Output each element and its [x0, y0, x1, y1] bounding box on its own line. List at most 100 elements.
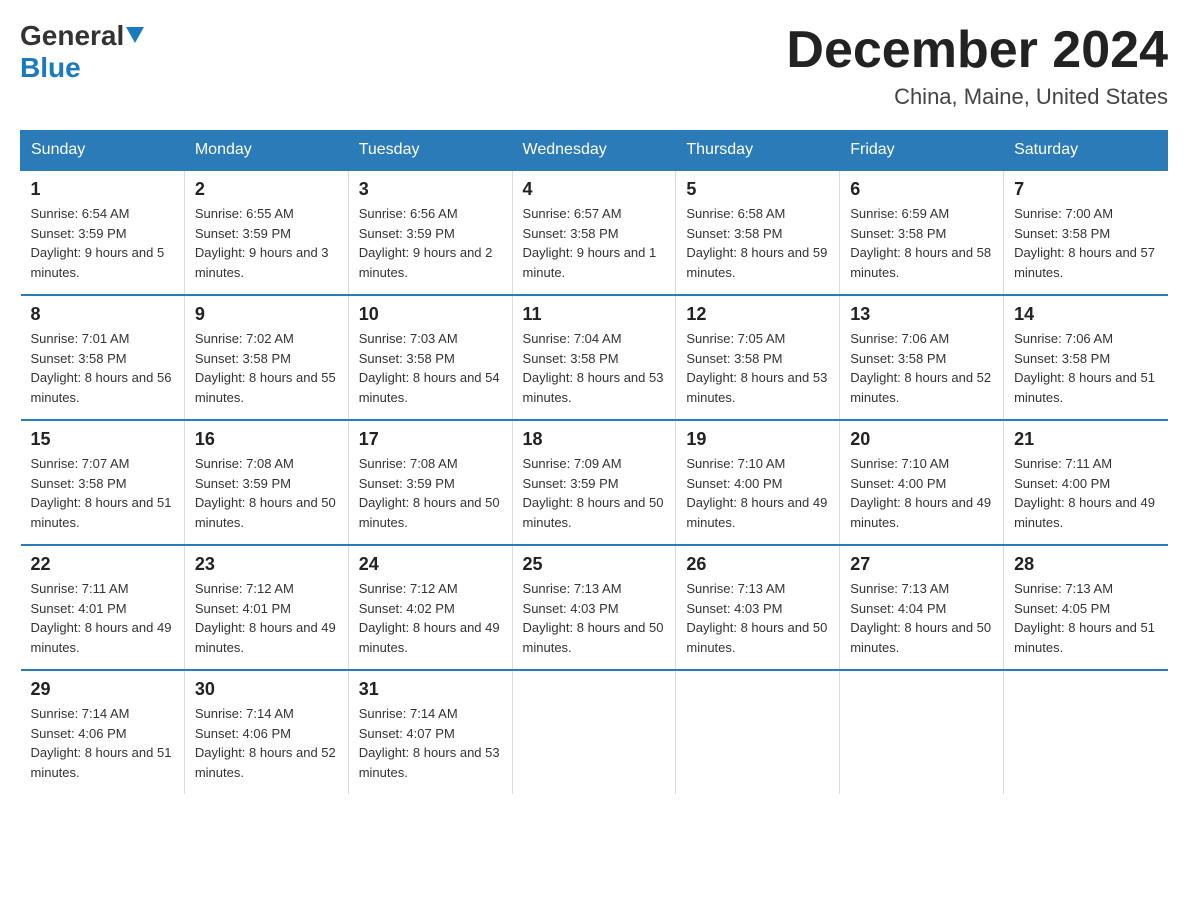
- day-number: 16: [195, 429, 338, 450]
- day-number: 1: [31, 179, 174, 200]
- header-monday: Monday: [184, 131, 348, 171]
- day-info: Sunrise: 7:08 AMSunset: 3:59 PMDaylight:…: [195, 454, 338, 532]
- calendar-week-row: 8 Sunrise: 7:01 AMSunset: 3:58 PMDayligh…: [21, 295, 1168, 420]
- logo-blue-text: Blue: [20, 52, 81, 83]
- table-row: 29 Sunrise: 7:14 AMSunset: 4:06 PMDaylig…: [21, 670, 185, 794]
- table-row: 13 Sunrise: 7:06 AMSunset: 3:58 PMDaylig…: [840, 295, 1004, 420]
- day-number: 18: [523, 429, 666, 450]
- table-row: 19 Sunrise: 7:10 AMSunset: 4:00 PMDaylig…: [676, 420, 840, 545]
- day-number: 19: [686, 429, 829, 450]
- calendar-week-row: 29 Sunrise: 7:14 AMSunset: 4:06 PMDaylig…: [21, 670, 1168, 794]
- table-row: 17 Sunrise: 7:08 AMSunset: 3:59 PMDaylig…: [348, 420, 512, 545]
- day-info: Sunrise: 7:09 AMSunset: 3:59 PMDaylight:…: [523, 454, 666, 532]
- day-number: 3: [359, 179, 502, 200]
- table-row: 22 Sunrise: 7:11 AMSunset: 4:01 PMDaylig…: [21, 545, 185, 670]
- day-number: 9: [195, 304, 338, 325]
- table-row: 30 Sunrise: 7:14 AMSunset: 4:06 PMDaylig…: [184, 670, 348, 794]
- table-row: 2 Sunrise: 6:55 AMSunset: 3:59 PMDayligh…: [184, 170, 348, 295]
- header-thursday: Thursday: [676, 131, 840, 171]
- title-block: December 2024 China, Maine, United State…: [786, 20, 1168, 110]
- day-info: Sunrise: 7:13 AMSunset: 4:03 PMDaylight:…: [523, 579, 666, 657]
- day-info: Sunrise: 7:06 AMSunset: 3:58 PMDaylight:…: [850, 329, 993, 407]
- day-number: 15: [31, 429, 174, 450]
- day-info: Sunrise: 7:14 AMSunset: 4:06 PMDaylight:…: [31, 704, 174, 782]
- day-info: Sunrise: 6:56 AMSunset: 3:59 PMDaylight:…: [359, 204, 502, 282]
- day-number: 5: [686, 179, 829, 200]
- day-info: Sunrise: 7:08 AMSunset: 3:59 PMDaylight:…: [359, 454, 502, 532]
- header-saturday: Saturday: [1004, 131, 1168, 171]
- day-number: 14: [1014, 304, 1157, 325]
- day-info: Sunrise: 7:12 AMSunset: 4:01 PMDaylight:…: [195, 579, 338, 657]
- table-row: 31 Sunrise: 7:14 AMSunset: 4:07 PMDaylig…: [348, 670, 512, 794]
- day-info: Sunrise: 7:01 AMSunset: 3:58 PMDaylight:…: [31, 329, 174, 407]
- day-info: Sunrise: 7:13 AMSunset: 4:05 PMDaylight:…: [1014, 579, 1157, 657]
- table-row: 20 Sunrise: 7:10 AMSunset: 4:00 PMDaylig…: [840, 420, 1004, 545]
- table-row: [1004, 670, 1168, 794]
- day-number: 12: [686, 304, 829, 325]
- table-row: 5 Sunrise: 6:58 AMSunset: 3:58 PMDayligh…: [676, 170, 840, 295]
- day-number: 6: [850, 179, 993, 200]
- table-row: 8 Sunrise: 7:01 AMSunset: 3:58 PMDayligh…: [21, 295, 185, 420]
- table-row: 7 Sunrise: 7:00 AMSunset: 3:58 PMDayligh…: [1004, 170, 1168, 295]
- table-row: 15 Sunrise: 7:07 AMSunset: 3:58 PMDaylig…: [21, 420, 185, 545]
- calendar-week-row: 22 Sunrise: 7:11 AMSunset: 4:01 PMDaylig…: [21, 545, 1168, 670]
- table-row: 10 Sunrise: 7:03 AMSunset: 3:58 PMDaylig…: [348, 295, 512, 420]
- table-row: 16 Sunrise: 7:08 AMSunset: 3:59 PMDaylig…: [184, 420, 348, 545]
- calendar-week-row: 15 Sunrise: 7:07 AMSunset: 3:58 PMDaylig…: [21, 420, 1168, 545]
- table-row: 27 Sunrise: 7:13 AMSunset: 4:04 PMDaylig…: [840, 545, 1004, 670]
- day-number: 30: [195, 679, 338, 700]
- day-number: 13: [850, 304, 993, 325]
- table-row: 12 Sunrise: 7:05 AMSunset: 3:58 PMDaylig…: [676, 295, 840, 420]
- day-info: Sunrise: 7:14 AMSunset: 4:07 PMDaylight:…: [359, 704, 502, 782]
- day-number: 2: [195, 179, 338, 200]
- day-number: 7: [1014, 179, 1157, 200]
- day-number: 25: [523, 554, 666, 575]
- day-info: Sunrise: 6:58 AMSunset: 3:58 PMDaylight:…: [686, 204, 829, 282]
- day-number: 21: [1014, 429, 1157, 450]
- calendar-week-row: 1 Sunrise: 6:54 AMSunset: 3:59 PMDayligh…: [21, 170, 1168, 295]
- day-info: Sunrise: 7:14 AMSunset: 4:06 PMDaylight:…: [195, 704, 338, 782]
- day-number: 20: [850, 429, 993, 450]
- table-row: 9 Sunrise: 7:02 AMSunset: 3:58 PMDayligh…: [184, 295, 348, 420]
- day-info: Sunrise: 7:05 AMSunset: 3:58 PMDaylight:…: [686, 329, 829, 407]
- day-info: Sunrise: 6:55 AMSunset: 3:59 PMDaylight:…: [195, 204, 338, 282]
- table-row: [840, 670, 1004, 794]
- day-info: Sunrise: 7:10 AMSunset: 4:00 PMDaylight:…: [686, 454, 829, 532]
- day-info: Sunrise: 6:59 AMSunset: 3:58 PMDaylight:…: [850, 204, 993, 282]
- day-info: Sunrise: 7:07 AMSunset: 3:58 PMDaylight:…: [31, 454, 174, 532]
- header-sunday: Sunday: [21, 131, 185, 171]
- day-info: Sunrise: 7:13 AMSunset: 4:04 PMDaylight:…: [850, 579, 993, 657]
- table-row: 1 Sunrise: 6:54 AMSunset: 3:59 PMDayligh…: [21, 170, 185, 295]
- table-row: [676, 670, 840, 794]
- day-info: Sunrise: 6:57 AMSunset: 3:58 PMDaylight:…: [523, 204, 666, 282]
- day-number: 4: [523, 179, 666, 200]
- day-number: 29: [31, 679, 174, 700]
- table-row: 26 Sunrise: 7:13 AMSunset: 4:03 PMDaylig…: [676, 545, 840, 670]
- header-friday: Friday: [840, 131, 1004, 171]
- logo-general-text: General: [20, 20, 124, 52]
- day-info: Sunrise: 6:54 AMSunset: 3:59 PMDaylight:…: [31, 204, 174, 282]
- day-number: 23: [195, 554, 338, 575]
- day-number: 27: [850, 554, 993, 575]
- day-number: 11: [523, 304, 666, 325]
- table-row: 21 Sunrise: 7:11 AMSunset: 4:00 PMDaylig…: [1004, 420, 1168, 545]
- day-number: 31: [359, 679, 502, 700]
- day-info: Sunrise: 7:12 AMSunset: 4:02 PMDaylight:…: [359, 579, 502, 657]
- day-number: 22: [31, 554, 174, 575]
- page-header: General Blue December 2024 China, Maine,…: [20, 20, 1168, 110]
- logo: General Blue: [20, 20, 144, 84]
- day-info: Sunrise: 7:02 AMSunset: 3:58 PMDaylight:…: [195, 329, 338, 407]
- table-row: 18 Sunrise: 7:09 AMSunset: 3:59 PMDaylig…: [512, 420, 676, 545]
- calendar-table: Sunday Monday Tuesday Wednesday Thursday…: [20, 130, 1168, 794]
- day-info: Sunrise: 7:04 AMSunset: 3:58 PMDaylight:…: [523, 329, 666, 407]
- day-number: 17: [359, 429, 502, 450]
- table-row: 6 Sunrise: 6:59 AMSunset: 3:58 PMDayligh…: [840, 170, 1004, 295]
- day-number: 8: [31, 304, 174, 325]
- table-row: 23 Sunrise: 7:12 AMSunset: 4:01 PMDaylig…: [184, 545, 348, 670]
- table-row: [512, 670, 676, 794]
- day-info: Sunrise: 7:06 AMSunset: 3:58 PMDaylight:…: [1014, 329, 1157, 407]
- table-row: 11 Sunrise: 7:04 AMSunset: 3:58 PMDaylig…: [512, 295, 676, 420]
- day-info: Sunrise: 7:00 AMSunset: 3:58 PMDaylight:…: [1014, 204, 1157, 282]
- calendar-subtitle: China, Maine, United States: [786, 84, 1168, 110]
- header-wednesday: Wednesday: [512, 131, 676, 171]
